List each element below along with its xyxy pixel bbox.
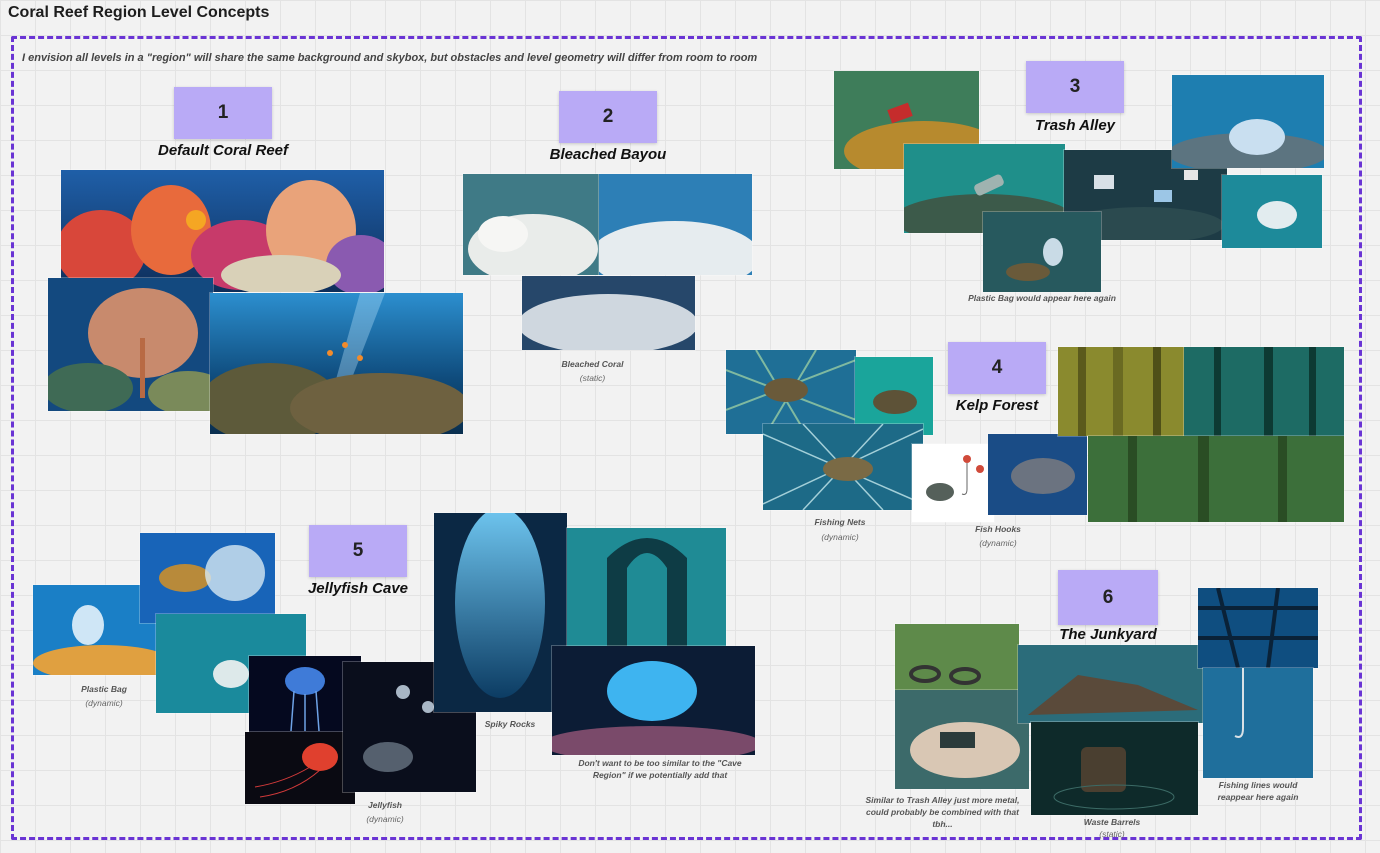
- level-number: 1: [217, 102, 229, 123]
- kelp-photo-3[interactable]: [1088, 436, 1344, 522]
- caption-fishing-nets: Fishing Nets: [814, 517, 866, 527]
- level-6-title: The Junkyard: [1059, 626, 1157, 643]
- caption-fish-hooks-type: (dynamic): [979, 538, 1017, 548]
- caption-jellyfish: Jellyfish: [367, 800, 403, 810]
- caption-junkyard-note: Similar to Trash Alley just more metal, …: [865, 795, 1020, 829]
- level-4-title: Kelp Forest: [955, 397, 1039, 414]
- level-number: 2: [602, 106, 614, 127]
- level-3-title: Trash Alley: [1034, 117, 1116, 134]
- bleached-coral-photo-2[interactable]: [599, 174, 752, 275]
- kelp-photo-2[interactable]: [1184, 347, 1344, 436]
- fishing-hook-photo[interactable]: [1203, 668, 1313, 778]
- plastic-bags-photo[interactable]: [1172, 75, 1324, 168]
- sticky-level-1[interactable]: 1: [174, 87, 272, 139]
- caption-cave-region-note: Don't want to be too similar to the "Cav…: [578, 758, 742, 780]
- level-number: 3: [1069, 76, 1081, 97]
- tires-seafloor-photo[interactable]: [895, 624, 1019, 690]
- red-jellyfish-photo[interactable]: [245, 732, 355, 804]
- caption-waste-barrels: Waste Barrels: [1083, 817, 1141, 827]
- caption-fishing-nets-type: (dynamic): [821, 532, 859, 542]
- caption-spiky-rocks: Spiky Rocks: [484, 719, 536, 729]
- caption-bleached-coral: Bleached Coral: [561, 359, 624, 369]
- level-1-title: Default Coral Reef: [157, 142, 289, 159]
- caption-jellyfish-type: (dynamic): [366, 814, 404, 824]
- sunken-plane-photo[interactable]: [895, 690, 1029, 789]
- rock-arch-photo[interactable]: [567, 528, 726, 646]
- level-number: 5: [352, 540, 364, 561]
- bleached-coral-photo-3[interactable]: [522, 276, 695, 350]
- level-2-title: Bleached Bayou: [549, 146, 667, 163]
- caption-waste-barrels-type: (static): [1099, 829, 1125, 839]
- caption-fishing-lines: Fishing lines would reappear here again: [1217, 780, 1299, 802]
- level-number: 6: [1102, 586, 1114, 608]
- metal-structure-photo[interactable]: [1198, 588, 1318, 668]
- sticky-level-4[interactable]: 4: [948, 342, 1046, 394]
- sticky-level-2[interactable]: 2: [559, 91, 657, 143]
- caption-fish-hooks: Fish Hooks: [975, 524, 1021, 534]
- sticky-level-6[interactable]: 6: [1058, 570, 1158, 625]
- level-5-title: Jellyfish Cave: [307, 580, 409, 597]
- board-title: Coral Reef Region Level Concepts: [8, 4, 270, 21]
- waste-barrel-photo[interactable]: [1031, 722, 1198, 815]
- turtle-bag-photo[interactable]: [983, 212, 1101, 292]
- sticky-level-3[interactable]: 3: [1026, 61, 1124, 113]
- sunlit-reef-photo[interactable]: [210, 293, 463, 434]
- turtle-hook-photo[interactable]: [988, 434, 1087, 515]
- turtle-plastic-photo[interactable]: [140, 533, 275, 623]
- fishing-net-photo[interactable]: [763, 424, 923, 510]
- cave-light-photo[interactable]: [434, 513, 567, 712]
- level-number: 4: [991, 357, 1003, 378]
- kelp-photo-1[interactable]: [1058, 347, 1185, 436]
- floating-bag-photo[interactable]: [1222, 175, 1322, 248]
- sticky-level-5[interactable]: 5: [309, 525, 407, 577]
- caption-plastic-bag: Plastic Bag: [81, 684, 127, 694]
- sea-fan-photo[interactable]: [48, 278, 213, 411]
- caption-bleached-coral-type: (static): [579, 373, 606, 383]
- bleached-coral-photo-1[interactable]: [463, 174, 600, 275]
- coral-reef-photo[interactable]: [61, 170, 384, 292]
- shipwreck-photo[interactable]: [1018, 645, 1205, 723]
- cave-opening-photo[interactable]: [552, 646, 755, 755]
- caption-plastic-bag-type: (dynamic): [85, 698, 123, 708]
- caption-plastic-bag-again: Plastic Bag would appear here again: [968, 293, 1116, 303]
- intro-note[interactable]: I envision all levels in a "region" will…: [22, 52, 757, 64]
- fish-hooks-illustration[interactable]: [912, 444, 994, 522]
- turtle-net-photo-1[interactable]: [726, 350, 856, 434]
